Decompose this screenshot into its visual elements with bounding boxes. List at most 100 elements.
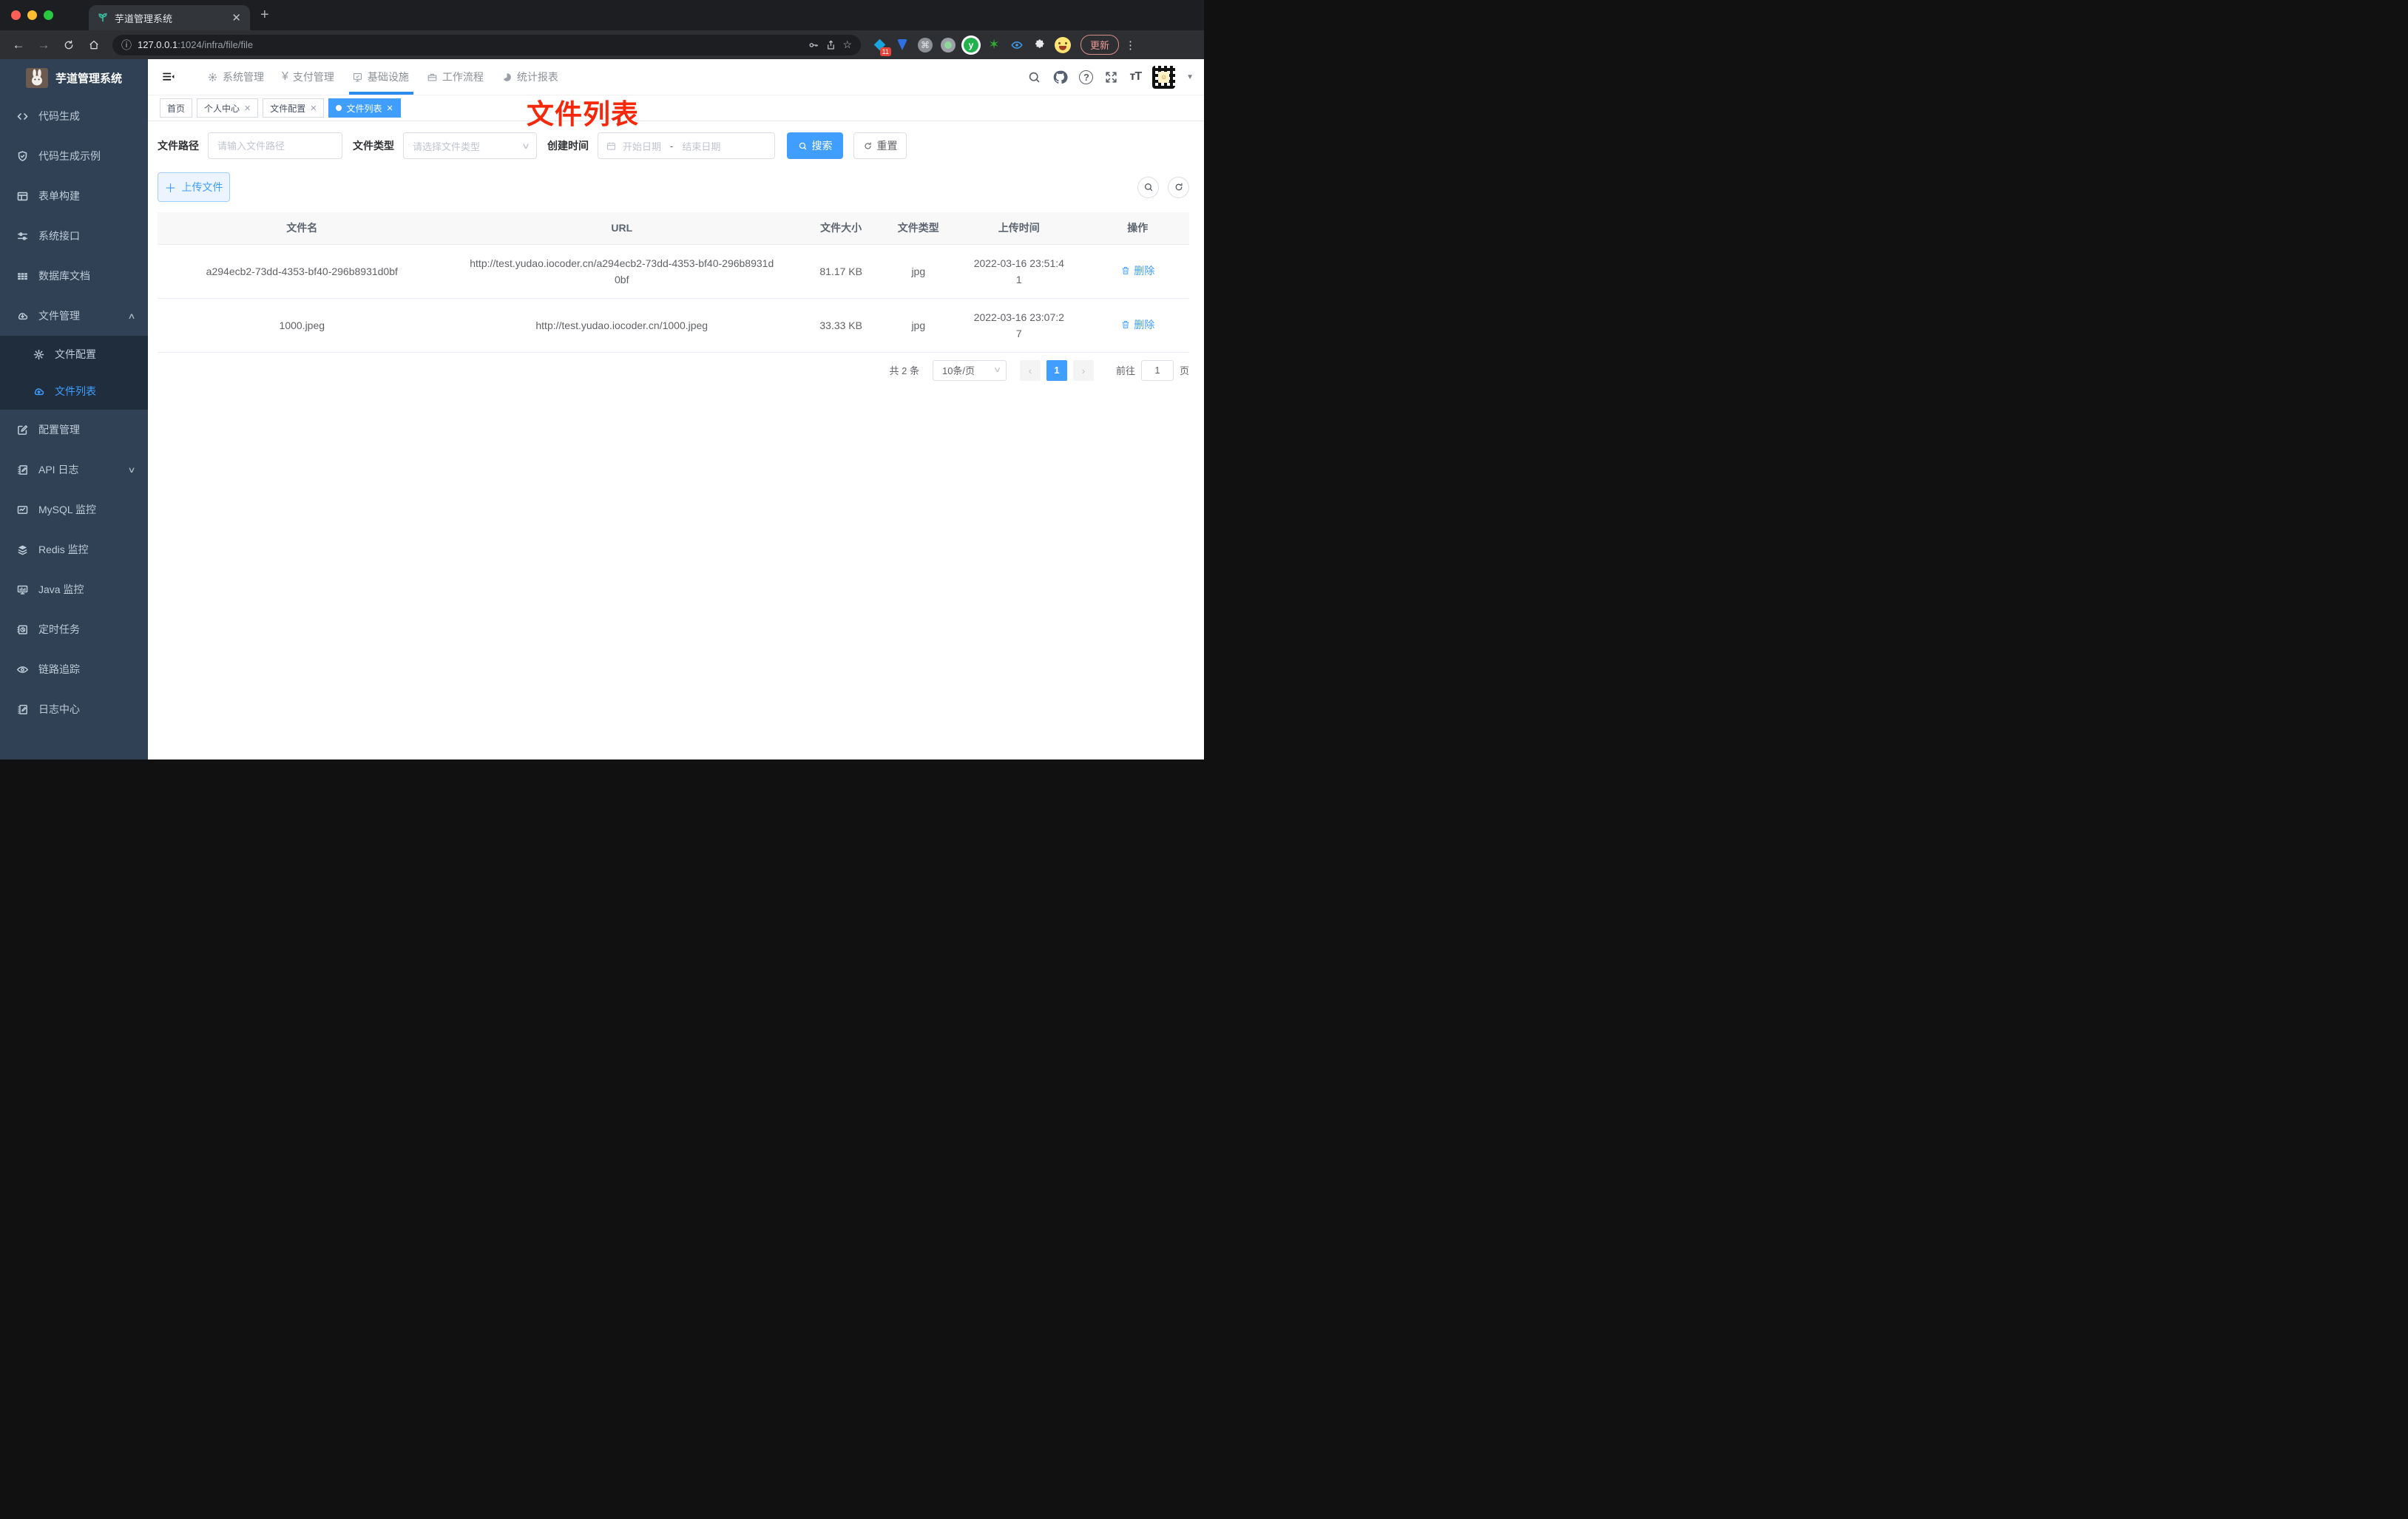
- toggle-search-button[interactable]: [1137, 176, 1159, 198]
- page-unit-label: 页: [1179, 365, 1189, 376]
- sidebar-item-scheduled-jobs[interactable]: 定时任务: [0, 609, 148, 649]
- extension-command-icon[interactable]: ⌘: [916, 36, 934, 54]
- date-end-placeholder: 结束日期: [682, 141, 721, 152]
- fullscreen-icon[interactable]: [1104, 70, 1118, 84]
- next-page-button[interactable]: ›: [1072, 359, 1094, 381]
- sidebar-item-code-demo[interactable]: 代码生成示例: [0, 136, 148, 176]
- file-type-label: 文件类型: [353, 140, 394, 152]
- window-zoom-button[interactable]: [44, 10, 53, 20]
- sidebar-item-file-manage[interactable]: 文件管理 ∧: [0, 296, 148, 336]
- extension-eye-icon[interactable]: [1008, 36, 1026, 54]
- browser-menu-icon[interactable]: ⋮: [1125, 38, 1136, 52]
- search-icon: [799, 142, 806, 149]
- file-path-input-field[interactable]: [217, 140, 333, 152]
- github-icon[interactable]: [1052, 70, 1069, 85]
- window-close-button[interactable]: [11, 10, 21, 20]
- extension-recorder-icon[interactable]: [939, 36, 957, 54]
- tag-home[interactable]: 首页: [160, 98, 193, 118]
- sidebar-item-system-api[interactable]: 系统接口: [0, 216, 148, 256]
- tag-close-icon[interactable]: ✕: [387, 104, 393, 113]
- page-size-select[interactable]: 10条/页 ∨: [932, 359, 1007, 381]
- reset-button[interactable]: 重置: [853, 132, 907, 159]
- browser-tab[interactable]: 芋道管理系统 ✕: [89, 5, 250, 30]
- chart-icon: [16, 504, 29, 516]
- sidebar: 芋道管理系统 代码生成 代码生成示例 表单构建 系统接口 数据库文档 文件管理 …: [0, 59, 148, 760]
- date-range-picker[interactable]: 开始日期 - 结束日期: [598, 132, 775, 159]
- delete-button[interactable]: 删除: [1120, 263, 1154, 279]
- bookmark-star-icon[interactable]: ☆: [842, 38, 852, 51]
- table-tools: [1137, 176, 1189, 198]
- address-bar[interactable]: ⓘ 127.0.0.1:1024/infra/file/file ☆: [112, 34, 861, 55]
- extensions-puzzle-icon[interactable]: [1031, 36, 1049, 54]
- sidebar-item-redis-monitor[interactable]: Redis 监控: [0, 530, 148, 569]
- tab-close-icon[interactable]: ✕: [231, 11, 241, 24]
- sidebar-item-code-gen[interactable]: 代码生成: [0, 96, 148, 136]
- new-tab-button[interactable]: +: [260, 7, 269, 24]
- site-info-icon[interactable]: ⓘ: [121, 38, 132, 53]
- tag-close-icon[interactable]: ✕: [310, 104, 317, 113]
- home-icon[interactable]: [83, 34, 105, 56]
- topnav-system[interactable]: 系统管理: [207, 59, 264, 95]
- goto-page-input[interactable]: [1140, 359, 1174, 381]
- url-text: 127.0.0.1:1024/infra/file/file: [138, 39, 254, 50]
- cell-url: http://test.yudao.iocoder.cn/a294ecb2-73…: [446, 244, 797, 299]
- hamburger-icon[interactable]: [155, 64, 180, 89]
- help-icon[interactable]: ?: [1079, 70, 1094, 84]
- file-type-select[interactable]: 请选择文件类型 ∨: [403, 132, 537, 159]
- tag-file-config[interactable]: 文件配置 ✕: [263, 98, 325, 118]
- table-row: a294ecb2-73dd-4353-bf40-296b8931d0bf htt…: [158, 244, 1189, 299]
- caret-down-icon[interactable]: ▼: [1186, 73, 1194, 81]
- topnav-infrastructure[interactable]: 基础设施: [348, 59, 413, 95]
- file-path-input[interactable]: [208, 132, 342, 159]
- sidebar-logo[interactable]: 芋道管理系统: [0, 59, 148, 96]
- log-center-icon: [18, 703, 29, 716]
- search-icon[interactable]: [1027, 70, 1041, 84]
- tag-file-list[interactable]: 文件列表 ✕: [328, 98, 401, 118]
- reload-icon[interactable]: [58, 34, 80, 56]
- sidebar-item-db-doc[interactable]: 数据库文档: [0, 256, 148, 296]
- current-page[interactable]: 1: [1046, 359, 1067, 381]
- sidebar-item-mysql-monitor[interactable]: MySQL 监控: [0, 490, 148, 530]
- sidebar-item-file-config[interactable]: 文件配置: [0, 336, 148, 373]
- extension-kite-icon[interactable]: [893, 36, 911, 54]
- tag-profile[interactable]: 个人中心 ✕: [197, 98, 259, 118]
- cell-file-name: a294ecb2-73dd-4353-bf40-296b8931d0bf: [158, 244, 447, 299]
- topnav-reports[interactable]: 统计报表: [501, 59, 558, 95]
- delete-button[interactable]: 删除: [1120, 317, 1154, 333]
- sidebar-item-api-log[interactable]: API 日志 ∨: [0, 450, 148, 490]
- briefcase-icon: [427, 72, 438, 83]
- prev-page-button[interactable]: ‹: [1019, 359, 1041, 381]
- col-file-type: 文件类型: [885, 212, 953, 245]
- window-minimize-button[interactable]: [27, 10, 37, 20]
- back-icon[interactable]: ←: [7, 34, 30, 56]
- upload-file-button[interactable]: ＋ 上传文件: [158, 172, 230, 202]
- extension-star-icon[interactable]: ✶: [985, 36, 1003, 54]
- sliders-icon: [18, 230, 27, 243]
- tab-title: 芋道管理系统: [115, 13, 173, 24]
- sidebar-item-java-monitor[interactable]: Java 监控: [0, 569, 148, 609]
- cell-file-size: 81.17 KB: [797, 244, 885, 299]
- share-icon[interactable]: [825, 39, 836, 51]
- password-key-icon[interactable]: [808, 39, 819, 51]
- user-avatar[interactable]: ☺: [1152, 65, 1176, 89]
- extension-tag-manager-icon[interactable]: 11: [870, 36, 891, 56]
- browser-update-button[interactable]: 更新: [1080, 35, 1120, 55]
- sidebar-item-log-center[interactable]: 日志中心: [0, 689, 148, 729]
- forward-icon[interactable]: →: [33, 34, 55, 56]
- profile-avatar-emoji[interactable]: [1054, 36, 1072, 54]
- sidebar-item-tracing[interactable]: 链路追踪: [0, 649, 148, 689]
- logo-rabbit-image: [25, 67, 48, 88]
- topnav-payment[interactable]: ¥ 支付管理: [282, 59, 334, 95]
- tag-close-icon[interactable]: ✕: [244, 104, 251, 113]
- extension-y-icon[interactable]: y: [962, 36, 980, 54]
- sidebar-item-config-manage[interactable]: 配置管理: [0, 410, 148, 450]
- search-button[interactable]: 搜索: [787, 132, 843, 159]
- chevron-up-icon: ∧: [127, 311, 136, 321]
- sidebar-item-file-list[interactable]: 文件列表: [0, 373, 148, 410]
- font-size-icon[interactable]: ᴛT: [1129, 70, 1142, 84]
- log-icon: [18, 464, 29, 476]
- col-file-name: 文件名: [158, 212, 447, 245]
- topnav-workflow[interactable]: 工作流程: [427, 59, 484, 95]
- sidebar-item-form-builder[interactable]: 表单构建: [0, 176, 148, 216]
- refresh-table-button[interactable]: [1168, 176, 1189, 198]
